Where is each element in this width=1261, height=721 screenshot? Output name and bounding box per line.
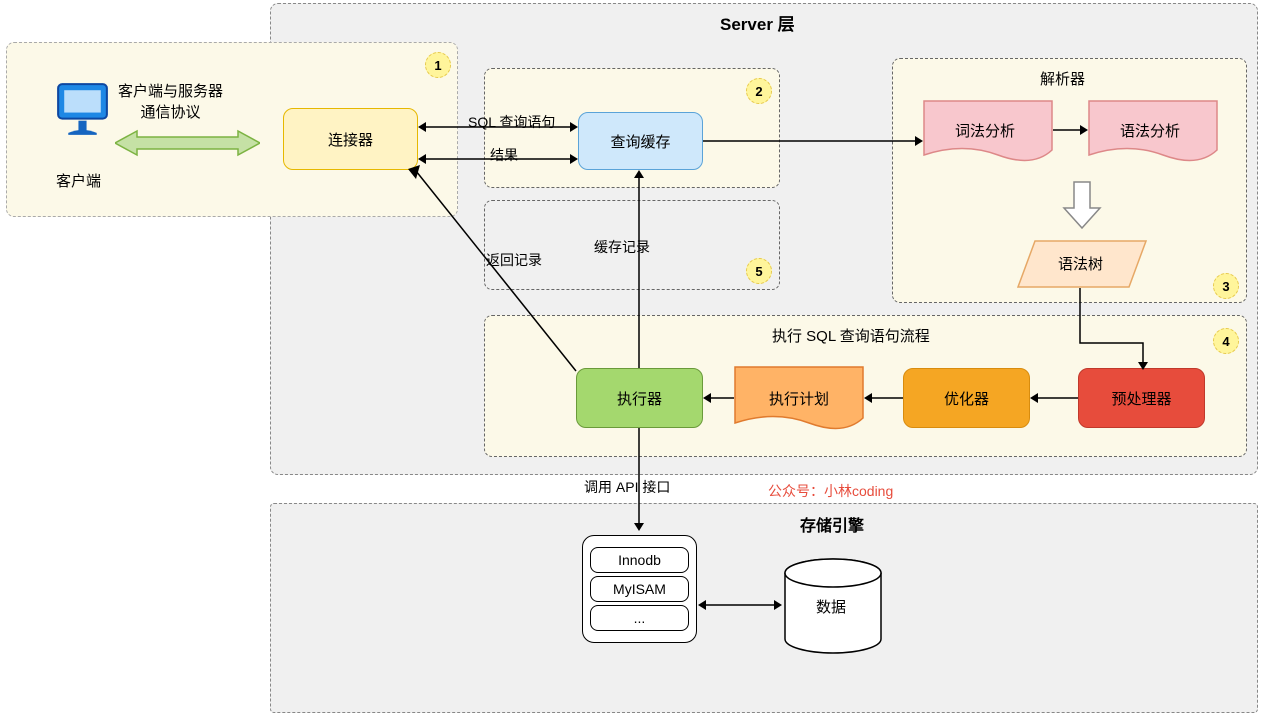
client-server-arrow bbox=[115, 128, 260, 158]
optimizer-box: 优化器 bbox=[903, 368, 1030, 428]
storage-title: 存储引擎 bbox=[800, 512, 864, 536]
engine-to-data-arrow bbox=[698, 598, 782, 612]
sql-query-label: SQL 查询语句 bbox=[468, 112, 555, 132]
engine-container: Innodb MyISAM ... bbox=[582, 535, 697, 643]
connector-box: 连接器 bbox=[283, 108, 418, 170]
exec-to-conn-arrow bbox=[408, 165, 580, 375]
num-1: 1 bbox=[425, 52, 451, 78]
client-label: 客户端 bbox=[56, 170, 101, 191]
client-monitor-icon bbox=[50, 76, 115, 141]
result-label: 结果 bbox=[490, 145, 518, 165]
plan-label: 执行计划 bbox=[769, 388, 829, 409]
cache-to-parser-arrow bbox=[703, 134, 923, 148]
api-label: 调用 API 接口 bbox=[584, 477, 670, 497]
parser-title: 解析器 bbox=[1040, 68, 1085, 89]
engine-more: ... bbox=[590, 605, 689, 631]
preprocessor-box: 预处理器 bbox=[1078, 368, 1205, 428]
plan-to-exec-arrow bbox=[703, 391, 734, 405]
engine-innodb: Innodb bbox=[590, 547, 689, 573]
query-cache-box: 查询缓存 bbox=[578, 112, 703, 170]
lex-to-syntax-arrow bbox=[1053, 123, 1088, 137]
group4-title: 执行 SQL 查询语句流程 bbox=[772, 325, 930, 346]
lexical-label: 词法分析 bbox=[955, 120, 1015, 141]
credit-label: 公众号：小林coding bbox=[768, 481, 893, 501]
server-layer-title: Server 层 bbox=[720, 10, 795, 35]
opt-to-plan-arrow bbox=[864, 391, 903, 405]
engine-myisam: MyISAM bbox=[590, 576, 689, 602]
exec-to-cache-arrow bbox=[632, 170, 646, 368]
num-4: 4 bbox=[1213, 328, 1239, 354]
num-5: 5 bbox=[746, 258, 772, 284]
data-label: 数据 bbox=[816, 596, 846, 617]
syntax-label: 语法分析 bbox=[1120, 120, 1180, 141]
preproc-to-opt-arrow bbox=[1030, 391, 1078, 405]
cache-record-label: 缓存记录 bbox=[594, 237, 650, 257]
client-protocol-label: 客户端与服务器 通信协议 bbox=[118, 80, 223, 122]
syntax-down-arrow bbox=[1062, 180, 1102, 230]
tree-to-preproc-arrow bbox=[1075, 288, 1155, 370]
return-record-label: 返回记录 bbox=[486, 250, 542, 270]
num-2: 2 bbox=[746, 78, 772, 104]
num-3: 3 bbox=[1213, 273, 1239, 299]
executor-box: 执行器 bbox=[576, 368, 703, 428]
syntax-tree-label: 语法树 bbox=[1058, 253, 1103, 274]
